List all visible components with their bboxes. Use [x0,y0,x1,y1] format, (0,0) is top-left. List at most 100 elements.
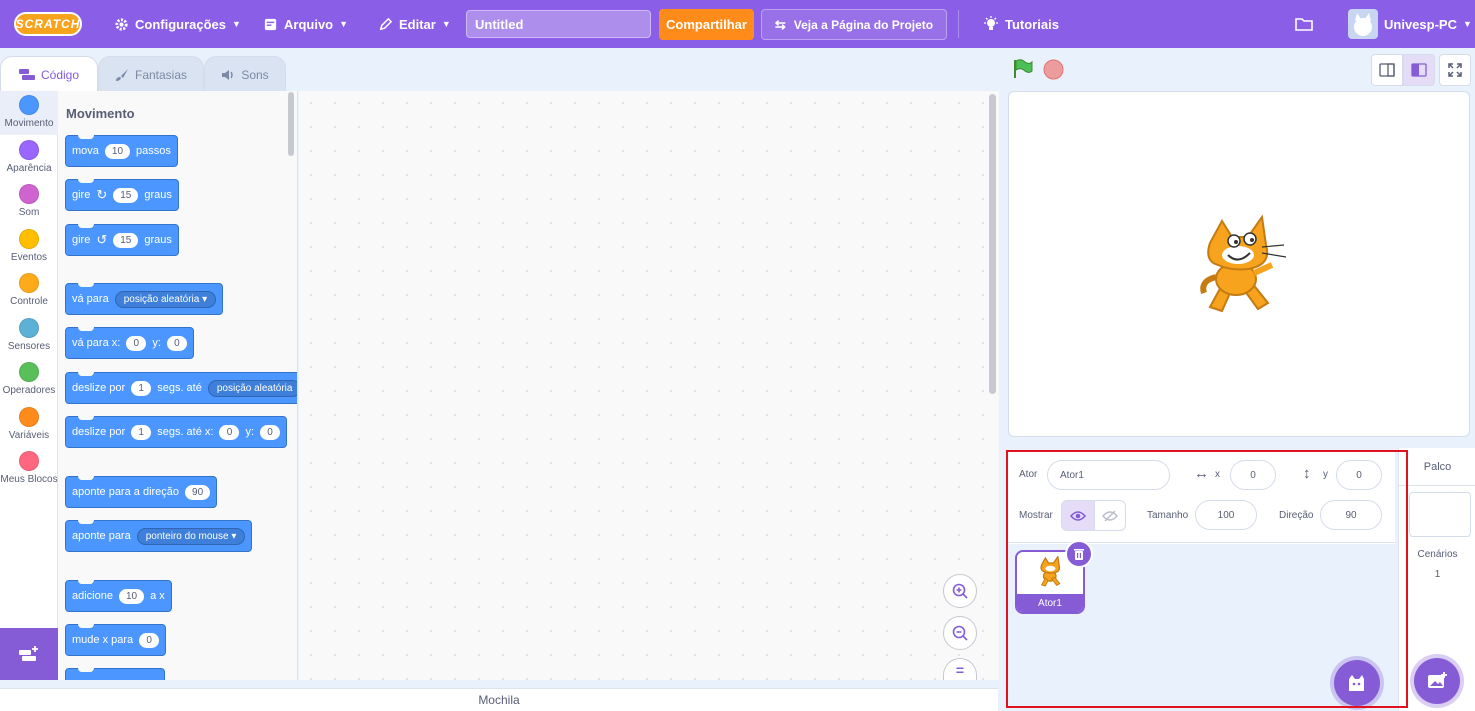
block-input[interactable]: 10 [104,143,131,159]
zoom-in-button[interactable] [943,574,977,608]
block-input[interactable]: 0 [166,335,187,351]
y-input[interactable]: 0 [1336,460,1382,490]
block-input[interactable]: 0 [139,632,160,648]
backpack-bar[interactable]: Mochila [0,688,998,711]
sprite-info: Ator Ator1 ↔ x 0 ↕ y 0 Mostrar Tamanho 1… [1008,451,1395,543]
block-point-towards[interactable]: aponte para ponteiro do mouse ▾ [65,520,253,552]
block-text: aponte para [72,530,131,542]
category-operators[interactable]: Operadores [0,358,58,402]
block-partial[interactable] [65,668,165,680]
add-backdrop-button[interactable] [1414,658,1460,704]
dropdown-value: posição aleatória [123,293,200,305]
block-go-to[interactable]: vá para posição aleatória ▾ [65,283,224,315]
block-input[interactable]: 0 [126,335,147,351]
stop-button[interactable] [1043,59,1064,85]
show-hidden-button[interactable] [1094,500,1126,531]
code-workspace[interactable] [299,91,999,680]
see-project-page-button[interactable]: ⇆ Veja a Página do Projeto [761,9,947,40]
block-turn-left[interactable]: gire ↺ 15 graus [65,224,179,256]
backdrops-count: 1 [1434,569,1441,580]
block-dropdown[interactable]: posição aleatória [207,379,297,397]
file-menu[interactable]: Arquivo ▼ [263,0,348,48]
delete-sprite-button[interactable] [1065,540,1093,568]
category-motion[interactable]: Movimento [0,91,58,135]
block-text: a x [150,590,165,602]
block-text: deslize por [72,426,126,438]
show-visible-button[interactable] [1061,500,1095,531]
category-my-blocks[interactable]: Meus Blocos [0,447,58,491]
see-project-page-label: Veja a Página do Projeto [793,17,934,32]
scratch-logo[interactable]: SCRATCH [14,12,82,36]
stop-icon [1043,59,1064,80]
green-flag-icon [1014,59,1033,78]
block-turn-right[interactable]: gire ↻ 15 graus [65,179,179,211]
block-dropdown[interactable]: posição aleatória ▾ [114,290,217,308]
my-stuff-button[interactable] [1295,0,1313,48]
category-looks[interactable]: Aparência [0,136,58,180]
add-extension-button[interactable] [0,628,58,680]
tab-sounds-label: Sons [241,67,269,82]
backdrop-thumbnail[interactable] [1409,492,1471,537]
block-set-x[interactable]: mude x para 0 [65,624,167,656]
menu-divider [958,10,959,38]
rotate-left-icon: ↺ [96,232,108,247]
block-input[interactable]: 90 [185,484,211,500]
block-glide-to[interactable]: deslize por 1 segs. até posição aleatóri… [65,372,297,404]
edit-menu[interactable]: Editar ▼ [378,0,451,48]
block-input[interactable]: 15 [113,232,139,248]
category-variables[interactable]: Variáveis [0,403,58,447]
tutorials-menu[interactable]: Tutoriais [983,0,1059,48]
avatar[interactable] [1348,9,1378,39]
add-sprite-button[interactable] [1334,660,1380,706]
direction-input[interactable]: 90 [1320,500,1382,530]
block-text: gire [72,234,91,246]
category-events[interactable]: Eventos [0,225,58,269]
category-sound[interactable]: Som [0,180,58,224]
category-label: Sensores [7,341,51,352]
workspace-scrollbar[interactable] [989,94,996,394]
sprite-name-input[interactable]: Ator1 [1047,460,1170,490]
caret-down-icon: ▼ [232,19,241,29]
block-input[interactable]: 0 [219,424,240,440]
sprite-name-label: Ator [1019,469,1038,480]
category-dot [19,229,39,249]
category-dot [19,362,39,382]
tab-sounds[interactable]: Sons [204,56,286,92]
fullscreen-button[interactable] [1439,54,1471,86]
category-sensing[interactable]: Sensores [0,314,58,358]
tab-code[interactable]: Código [0,56,98,92]
category-dot [19,318,39,338]
palette-scrollbar[interactable] [288,92,294,156]
block-input[interactable]: 1 [131,424,152,440]
small-stage-button[interactable] [1371,54,1403,86]
block-dropdown[interactable]: ponteiro do mouse ▾ [136,527,246,545]
dropdown-value: ponteiro do mouse [145,530,229,542]
block-input[interactable]: 10 [118,588,145,604]
y-label: y [1323,469,1328,480]
cat-sprite-icon[interactable] [1192,215,1288,317]
settings-menu[interactable]: Configurações ▼ [114,0,241,48]
x-input[interactable]: 0 [1230,460,1276,490]
zoom-out-button[interactable] [943,616,977,650]
block-text: segs. até x: [157,426,214,438]
block-point-direction[interactable]: aponte para a direção 90 [65,476,218,508]
block-glide-to-xy[interactable]: deslize por 1 segs. até x: 0 y: 0 [65,416,288,448]
share-button[interactable]: Compartilhar [659,9,754,40]
size-input[interactable]: 100 [1195,500,1257,530]
block-input[interactable]: 0 [260,424,281,440]
large-stage-button[interactable] [1403,54,1435,86]
category-control[interactable]: Controle [0,269,58,313]
category-dot [19,451,39,471]
block-input[interactable]: 1 [131,380,152,396]
project-title-input[interactable]: Untitled [466,10,651,38]
eye-icon [1070,510,1086,521]
rotate-right-icon: ↻ [96,187,108,202]
green-flag-button[interactable] [1012,59,1034,84]
block-change-x[interactable]: adicione 10 a x [65,580,172,612]
block-go-to-xy[interactable]: vá para x: 0 y: 0 [65,327,194,359]
stage-canvas[interactable] [1008,91,1470,437]
block-move-steps[interactable]: mova 10 passos [65,135,178,167]
tab-costumes[interactable]: Fantasias [98,56,204,92]
block-input[interactable]: 15 [113,187,139,203]
account-menu[interactable]: Univesp-PC ▼ [1384,0,1472,48]
